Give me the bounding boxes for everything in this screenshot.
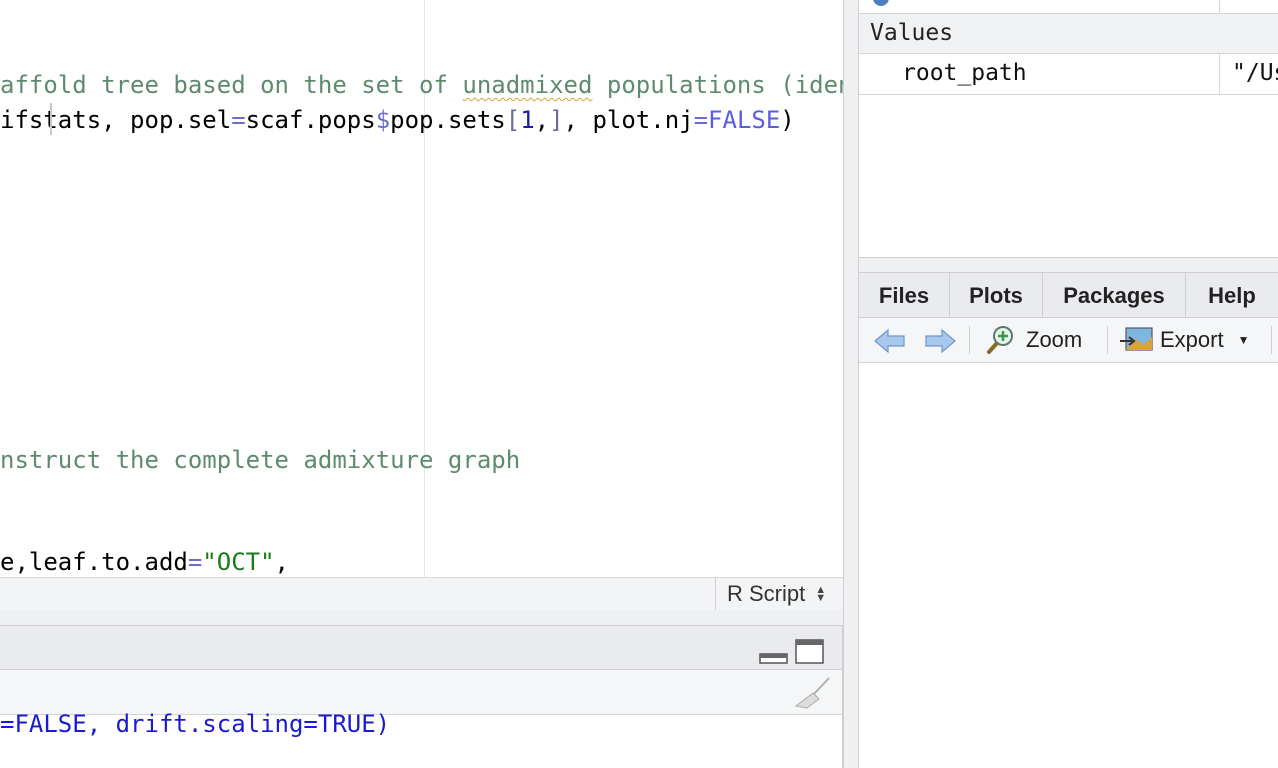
expand-circle-icon[interactable]: [871, 0, 891, 8]
code-token: ]: [549, 106, 564, 134]
code-line-2: ifstats, pop.sel=scaf.pops$pop.sets[1,],…: [0, 105, 795, 135]
code-token: =: [187, 548, 203, 576]
magnifier-zoom-icon: [987, 326, 1013, 354]
tab-help[interactable]: Help: [1186, 273, 1278, 318]
code-token: $: [375, 106, 391, 134]
code-line-3: nstruct the complete admixture graph: [0, 445, 520, 475]
updown-arrows-icon: ▲ ▼: [815, 584, 827, 604]
code-token: affold tree based on the set of: [0, 71, 463, 99]
horizontal-splitter[interactable]: [859, 258, 1278, 273]
vertical-splitter[interactable]: [843, 0, 859, 768]
code-line-1: affold tree based on the set of unadmixe…: [0, 70, 843, 100]
code-token: 1: [520, 106, 535, 134]
code-token: "OCT": [202, 548, 275, 576]
maximize-pane-icon[interactable]: [795, 639, 825, 665]
tab-packages[interactable]: Packages: [1043, 273, 1186, 318]
code-token: pop.sets: [390, 106, 506, 134]
console-pane: =FALSE, drift.scaling=TRUE): [0, 625, 843, 768]
code-token: e,leaf.to.add: [0, 548, 188, 576]
code-token: ): [780, 106, 795, 134]
back-arrow-icon[interactable]: [873, 327, 907, 355]
env-var-name: root_path: [902, 60, 1027, 86]
env-section-title: Values: [870, 20, 954, 46]
text-cursor: [50, 103, 52, 135]
files-plots-tabbar: Files Plots Packages Help: [859, 272, 1278, 318]
code-token: ,: [274, 548, 289, 576]
source-editor[interactable]: affold tree based on the set of unadmixe…: [0, 0, 843, 578]
pane-splitter[interactable]: [0, 610, 843, 626]
console-output-line: =FALSE, drift.scaling=TRUE): [0, 710, 391, 738]
zoom-label: Zoom: [1026, 327, 1083, 352]
code-token: [: [505, 106, 521, 134]
env-section-header: Values: [859, 14, 1278, 54]
code-token: scaf.pops: [245, 106, 376, 134]
dropdown-arrow-icon: ▼: [1237, 333, 1250, 347]
code-token: , plot.nj: [563, 106, 694, 134]
broom-clear-icon[interactable]: [793, 675, 833, 709]
filetype-label: R Script: [727, 581, 806, 606]
env-var-value: "/Us: [1232, 60, 1278, 86]
code-token: =: [231, 106, 246, 134]
code-token: nstruct the complete admixture graph: [0, 446, 521, 474]
editor-status-bar: R Script ▲ ▼: [0, 577, 843, 611]
env-row-partial: [859, 0, 1278, 14]
zoom-button[interactable]: Zoom: [984, 318, 1082, 362]
plots-viewer[interactable]: [859, 363, 1278, 768]
filetype-select[interactable]: R Script ▲ ▼: [715, 578, 842, 610]
plots-toolbar: Zoom Export ▼: [859, 318, 1278, 363]
code-token: populations (iden: [592, 71, 843, 99]
export-label: Export: [1160, 327, 1224, 352]
export-image-icon: [1120, 327, 1153, 351]
code-line-4: e,leaf.to.add="OCT",: [0, 547, 289, 577]
tab-plots[interactable]: Plots: [950, 273, 1043, 318]
env-row-root-path[interactable]: root_path "/Us: [859, 54, 1278, 95]
tab-files[interactable]: Files: [859, 273, 950, 318]
minimize-pane-icon[interactable]: [759, 650, 789, 664]
code-token: ,: [534, 106, 550, 134]
code-token: ifstats, pop.sel: [0, 106, 232, 134]
code-token: =: [693, 106, 709, 134]
code-token: unadmixed: [462, 71, 593, 99]
code-token: FALSE: [708, 106, 781, 134]
forward-arrow-icon[interactable]: [923, 327, 957, 355]
environment-pane: Values root_path "/Us: [859, 0, 1278, 258]
console-header: [0, 625, 842, 670]
export-button[interactable]: Export ▼: [1120, 318, 1249, 362]
